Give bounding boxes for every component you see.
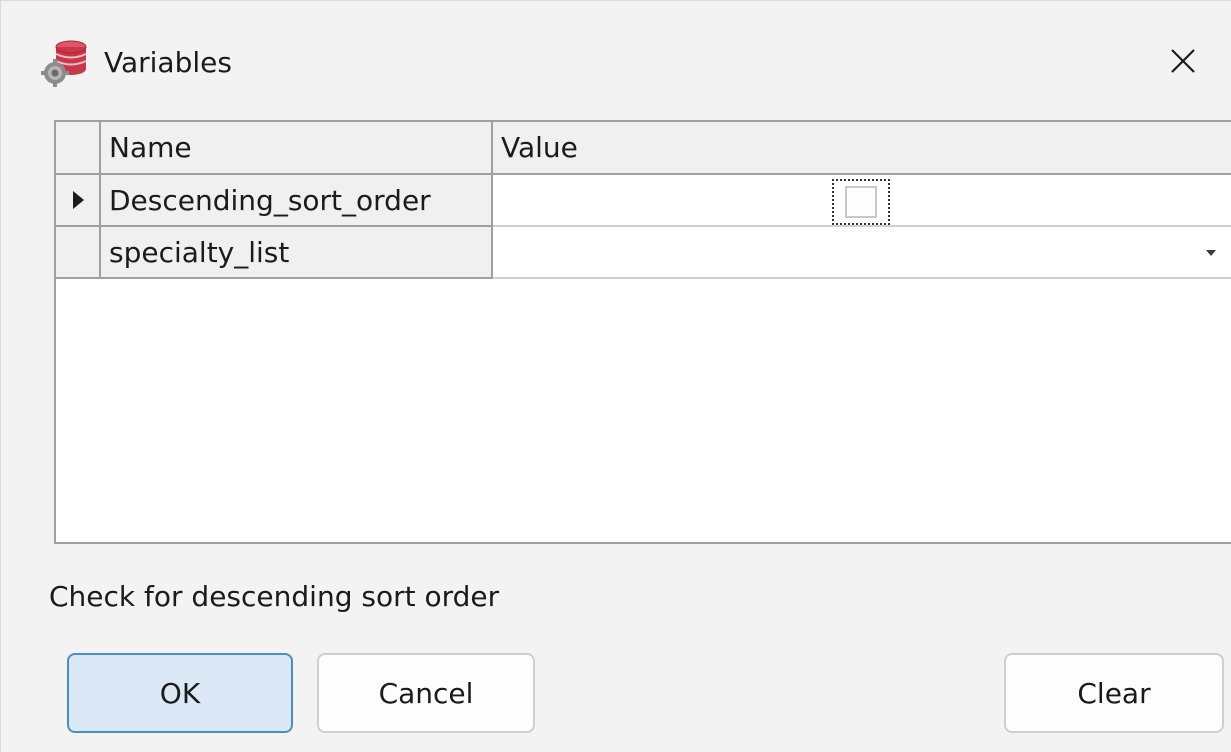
variable-value-cell[interactable] (492, 174, 1231, 227)
chevron-down-icon[interactable] (1201, 243, 1221, 263)
table-row[interactable]: specialty_list (56, 226, 1231, 279)
current-row-arrow-icon (56, 190, 99, 210)
corner-header-cell[interactable] (56, 122, 101, 175)
variables-table: Name Value Descending_sort_order special… (56, 122, 1231, 279)
table-row[interactable]: Descending_sort_order (56, 174, 1231, 227)
clear-button[interactable]: Clear (1004, 653, 1224, 733)
row-header-cell[interactable] (56, 226, 101, 279)
variable-description: Check for descending sort order (49, 580, 500, 613)
database-gear-icon (41, 37, 91, 87)
row-header-cell[interactable] (56, 174, 101, 227)
variable-name-cell: specialty_list (100, 226, 493, 279)
column-header-value[interactable]: Value (492, 122, 1231, 175)
column-header-name[interactable]: Name (100, 122, 493, 175)
title-bar: Variables (1, 1, 1231, 121)
dialog-title: Variables (104, 46, 232, 79)
variables-dialog: Variables Name Value Descending_sort_ord… (0, 0, 1231, 752)
checkbox-box (845, 186, 877, 218)
cancel-button[interactable]: Cancel (317, 653, 535, 733)
descending-sort-checkbox[interactable] (832, 179, 890, 225)
close-button[interactable] (1151, 31, 1215, 95)
variables-grid[interactable]: Name Value Descending_sort_order special… (54, 120, 1231, 544)
specialty-list-dropdown[interactable] (492, 226, 1231, 279)
ok-button[interactable]: OK (67, 653, 293, 733)
grid-header-row: Name Value (56, 122, 1231, 175)
close-icon (1169, 47, 1197, 79)
variable-name-cell: Descending_sort_order (100, 174, 493, 227)
